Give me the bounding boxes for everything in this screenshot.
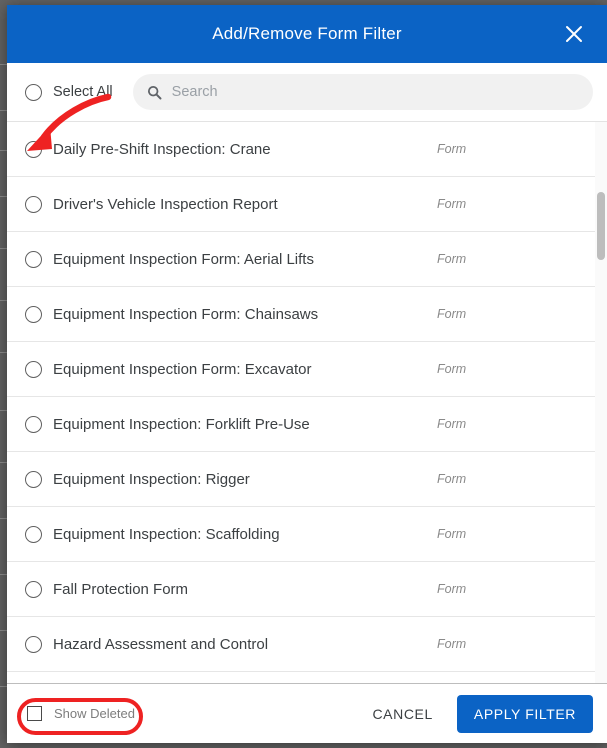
row-type: Form [437,527,467,541]
row-type: Form [437,637,467,651]
search-input[interactable] [171,84,579,100]
table-row[interactable]: Daily Pre-Shift Inspection: Crane Form [7,122,607,177]
table-row[interactable]: Fall Protection Form Form [7,562,607,617]
table-row[interactable]: Equipment Inspection: Scaffolding Form [7,507,607,562]
row-radio[interactable] [25,580,42,598]
backdrop-line [0,462,7,463]
row-label: Equipment Inspection Form: Excavator [53,360,312,378]
search-icon [147,85,162,100]
row-label: Equipment Inspection: Forklift Pre-Use [53,415,310,433]
dialog-title: Add/Remove Form Filter [212,24,402,43]
table-row[interactable]: Equipment Inspection Form: Aerial Lifts F… [7,232,607,287]
row-type: Form [437,362,467,376]
table-row[interactable]: Hazard Assessment and Control Form [7,617,607,672]
table-row[interactable]: Driver's Vehicle Inspection Report Form [7,177,607,232]
row-type: Form [437,252,467,266]
backdrop-line [0,110,7,111]
list-scrollbar[interactable] [595,122,607,683]
backdrop-line [0,64,7,65]
row-radio[interactable] [25,525,42,543]
row-type: Form [437,472,467,486]
list-scrollbar-thumb[interactable] [597,192,605,260]
row-label: Equipment Inspection Form: Aerial Lifts [53,250,314,268]
row-radio[interactable] [25,470,42,488]
backdrop-line [0,630,7,631]
show-deleted-checkbox[interactable] [27,706,42,721]
table-row[interactable]: Equipment Inspection: Forklift Pre-Use Fo… [7,397,607,452]
row-label: Equipment Inspection Form: Chainsaws [53,305,319,323]
dialog-titlebar: Add/Remove Form Filter [7,5,607,63]
row-radio[interactable] [25,195,42,213]
show-deleted-control[interactable]: Show Deleted [27,706,135,721]
row-radio[interactable] [25,415,42,433]
show-deleted-label: Show Deleted [54,706,135,721]
backdrop-line [0,410,7,411]
row-type: Form [437,307,467,321]
select-all-label: Select All [53,84,113,100]
backdrop-line [0,352,7,353]
row-type: Form [437,582,467,596]
backdrop-line [0,248,7,249]
select-all-control[interactable]: Select All [25,83,113,101]
row-label: Driver's Vehicle Inspection Report [53,195,278,213]
form-list-region: Daily Pre-Shift Inspection: Crane Form Dri… [7,121,607,683]
backdrop-line [0,518,7,519]
row-label: Equipment Inspection: Scaffolding [53,525,280,543]
dialog-toolbar: Select All [7,63,607,121]
row-label: Fall Protection Form [53,580,189,598]
row-type: Form [437,417,467,431]
apply-filter-button[interactable]: APPLY FILTER [456,694,593,733]
row-radio[interactable] [25,140,42,158]
row-radio[interactable] [25,635,42,653]
row-type: Form [437,197,467,211]
row-radio[interactable] [25,250,42,268]
table-row[interactable]: Equipment Inspection: Rigger Form [7,452,607,507]
select-all-radio[interactable] [25,83,42,101]
row-label: Hazard Assessment and Control [53,635,269,653]
backdrop-line [0,150,7,151]
table-row[interactable]: Equipment Inspection Form: Chainsaws Form [7,287,607,342]
table-row[interactable]: Equipment Inspection Form: Excavator Form [7,342,607,397]
dialog-footer: Show Deleted CANCEL APPLY FILTER [7,683,607,743]
row-radio[interactable] [25,305,42,323]
cancel-button[interactable]: CANCEL [356,697,448,731]
close-icon[interactable] [551,5,597,63]
backdrop-line [0,196,7,197]
row-type: Form [437,142,467,156]
search-field[interactable] [132,74,593,110]
row-radio[interactable] [25,360,42,378]
backdrop-line [0,686,7,687]
row-label: Equipment Inspection: Rigger [53,470,250,488]
add-remove-form-filter-dialog: Add/Remove Form Filter Select All Daily … [7,5,607,743]
form-list[interactable]: Daily Pre-Shift Inspection: Crane Form Dri… [7,122,607,683]
backdrop-line [0,300,7,301]
backdrop-line [0,574,7,575]
row-label: Daily Pre-Shift Inspection: Crane [53,140,271,158]
